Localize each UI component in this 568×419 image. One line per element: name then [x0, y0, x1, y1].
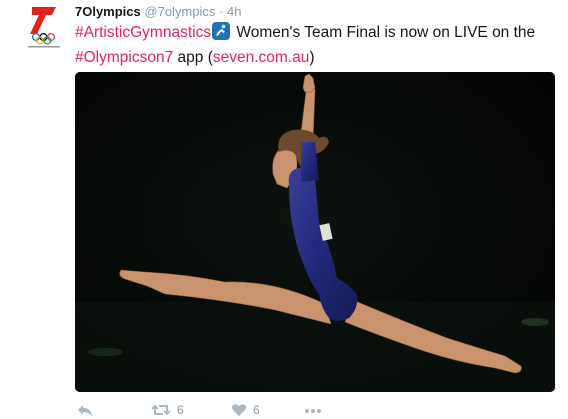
seven-logo-icon	[28, 7, 60, 48]
tweet-header: 7Olympics @7olympics · 4h	[75, 4, 241, 20]
retweet-button[interactable]: 6	[151, 403, 184, 417]
more-icon	[305, 409, 321, 413]
gymnast-leap-photo	[75, 72, 555, 392]
reply-button[interactable]	[77, 403, 93, 417]
link-seven-com-au[interactable]: seven.com.au	[213, 49, 310, 66]
heart-icon	[232, 404, 246, 416]
avatar-7olympics-logo[interactable]	[22, 4, 66, 50]
retweet-count: 6	[177, 403, 184, 417]
tweet-timestamp[interactable]: 4h	[227, 4, 241, 19]
tweet-text-app: app (	[173, 49, 213, 66]
display-name[interactable]: 7Olympics	[75, 4, 141, 19]
gymnastics-emoji-icon	[212, 22, 231, 47]
tweet-text-close: )	[309, 49, 315, 66]
tweet-text: #ArtisticGymnastics Women's Team Final i…	[75, 22, 555, 69]
like-count: 6	[253, 403, 260, 417]
hashtag-olympicson7[interactable]: #Olympicson7	[75, 49, 173, 66]
more-button[interactable]	[303, 403, 323, 417]
separator-dot: ·	[219, 4, 224, 19]
user-handle[interactable]: @7olympics	[144, 4, 215, 19]
retweet-icon	[151, 404, 171, 416]
tweet-photo[interactable]	[75, 72, 555, 392]
tweet-text-main: Women's Team Final is now on LIVE on the	[232, 24, 536, 41]
like-button[interactable]: 6	[231, 403, 260, 417]
reply-icon	[78, 405, 92, 416]
hashtag-artistic-gymnastics[interactable]: #ArtisticGymnastics	[75, 24, 211, 41]
